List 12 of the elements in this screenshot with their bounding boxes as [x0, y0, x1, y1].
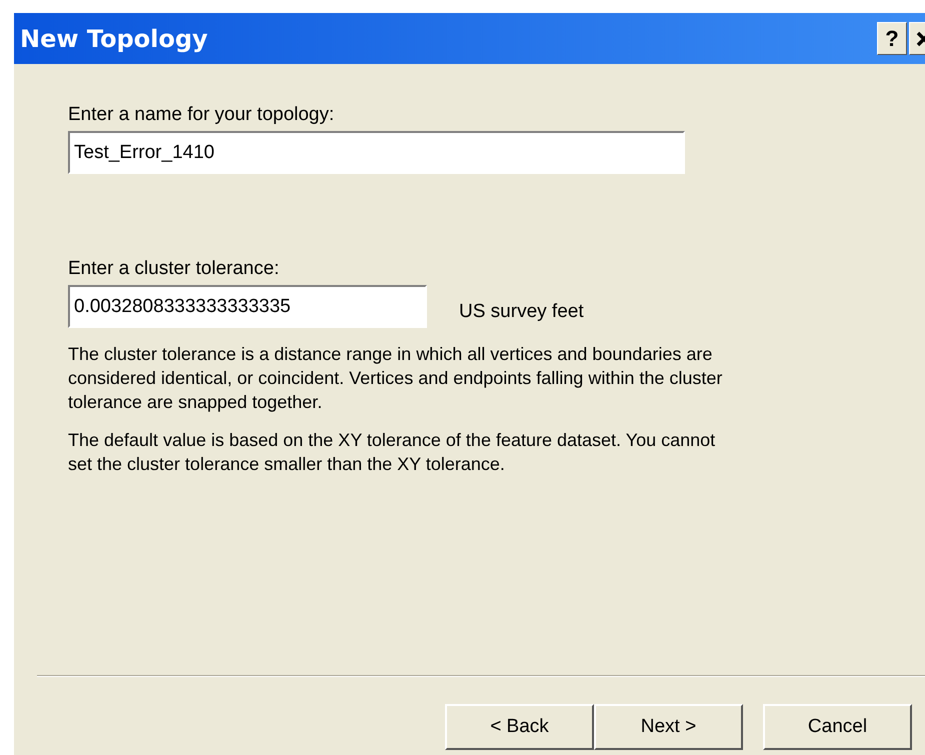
unit-label: US survey feet: [459, 300, 584, 322]
window-title: New Topology: [20, 24, 209, 52]
description-text: The cluster tolerance is a distance range in which all vertices and boundaries are considered identical, or coincident. Vertices and endpoints falling within the cluster tolerance are snapped together.: [68, 343, 724, 414]
wizard-button[interactable]: Next >: [594, 704, 743, 750]
field-label: Enter a name for your topology:: [68, 104, 334, 126]
wizard-button[interactable]: < Back: [445, 704, 594, 750]
name-input-field[interactable]: Test_Error_1410: [68, 131, 685, 174]
cancel-button[interactable]: Cancel: [763, 704, 912, 750]
help-button[interactable]: ?: [877, 22, 907, 55]
field-label: Enter a cluster tolerance:: [68, 258, 280, 280]
tolerance-input-field[interactable]: 0.0032808333333333335: [68, 285, 427, 328]
description-text: The default value is based on the XY tolerance of the feature dataset. You cannot set the cluster tolerance smaller than the XY tolerance.: [68, 429, 716, 476]
